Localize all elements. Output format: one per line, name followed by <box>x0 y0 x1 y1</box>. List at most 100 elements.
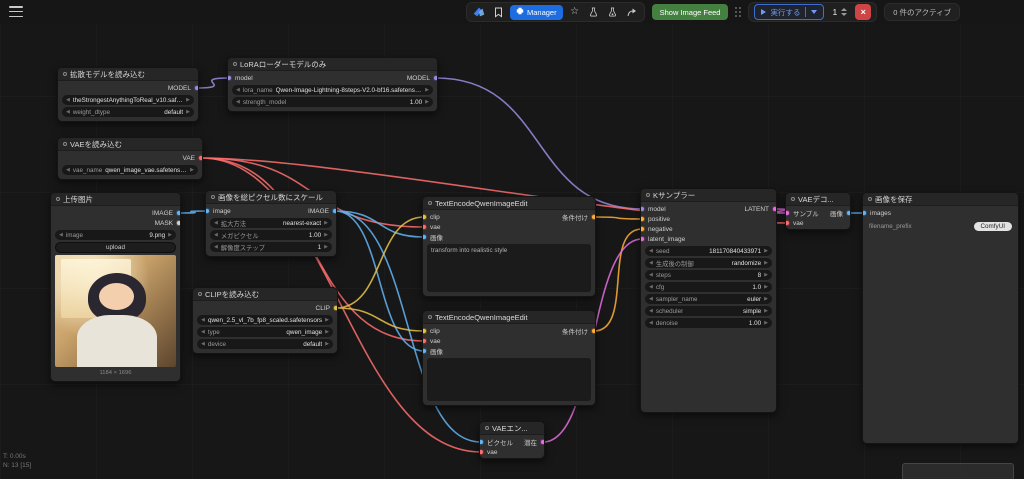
node-header[interactable]: Kサンプラー <box>641 189 776 202</box>
collapse-icon[interactable] <box>791 197 795 201</box>
type-widget[interactable]: ◀typeqwen_image▶ <box>197 327 333 337</box>
prev-value-icon[interactable]: ◀ <box>66 168 70 173</box>
next-value-icon[interactable]: ▶ <box>168 233 172 238</box>
解像度ステップ-widget[interactable]: ◀解像度ステップ1▶ <box>210 242 332 252</box>
output-port-MASK[interactable] <box>176 220 181 226</box>
node-load_image[interactable]: 上传图片IMAGEMASK◀image9.png▶upload1184 × 16… <box>50 192 181 382</box>
batch-count-stepper[interactable]: 1 <box>829 7 850 17</box>
prev-value-icon[interactable]: ◀ <box>66 98 70 103</box>
next-value-icon[interactable]: ▶ <box>764 249 768 254</box>
collapse-icon[interactable] <box>646 193 650 197</box>
collapse-icon[interactable] <box>63 142 67 146</box>
output-port-条件付け[interactable] <box>591 328 596 334</box>
value-widget[interactable]: ◀qwen_2.5_vl_7b_fp8_scaled.safetensors▶ <box>197 315 333 325</box>
生成後の制御-widget[interactable]: ◀生成後の制御randomize▶ <box>645 258 772 268</box>
sampler_name-widget[interactable]: ◀sampler_nameeuler▶ <box>645 294 772 304</box>
output-port-LATENT[interactable] <box>772 206 777 212</box>
input-port-画像[interactable] <box>422 348 427 354</box>
node-lora[interactable]: LoRAローダーモデルのみmodelMODEL◀lora_nameQwen-Im… <box>227 57 438 112</box>
star-icon[interactable]: ☆ <box>568 5 582 19</box>
node-header[interactable]: 拡散モデルを読み込む <box>58 68 198 81</box>
seed-widget[interactable]: ◀seed181170840433971▶ <box>645 246 772 256</box>
weight_dtype-widget[interactable]: ◀weight_dtypedefault▶ <box>62 107 194 117</box>
stepper-carets[interactable] <box>841 8 847 16</box>
prev-value-icon[interactable]: ◀ <box>201 318 205 323</box>
node-header[interactable]: LoRAローダーモデルのみ <box>228 58 437 71</box>
prev-value-icon[interactable]: ◀ <box>649 249 653 254</box>
input-port-model[interactable] <box>227 75 232 81</box>
prev-value-icon[interactable]: ◀ <box>649 261 653 266</box>
next-value-icon[interactable]: ▶ <box>764 285 768 290</box>
collapse-icon[interactable] <box>428 315 432 319</box>
collapse-icon[interactable] <box>198 292 202 296</box>
device-widget[interactable]: ◀devicedefault▶ <box>197 339 333 349</box>
flask-icon[interactable] <box>587 5 601 19</box>
output-port-MODEL[interactable] <box>194 85 199 91</box>
value-widget[interactable]: ◀theStrongestAnythingToReal_v10.safete..… <box>62 95 194 105</box>
input-port-サンプル[interactable] <box>785 210 790 216</box>
menu-icon[interactable] <box>9 6 23 17</box>
node-vae_loader[interactable]: VAEを読み込むVAE◀vae_nameqwen_image_vae.safet… <box>57 137 203 180</box>
node-header[interactable]: TextEncodeQwenImageEdit <box>423 311 595 324</box>
next-value-icon[interactable]: ▶ <box>324 233 328 238</box>
prev-value-icon[interactable]: ◀ <box>649 297 653 302</box>
collapse-icon[interactable] <box>233 62 237 66</box>
prev-value-icon[interactable]: ◀ <box>201 330 205 335</box>
bookmark-icon[interactable] <box>491 5 505 19</box>
share-icon[interactable] <box>625 5 639 19</box>
input-port-vae[interactable] <box>785 220 790 226</box>
prev-value-icon[interactable]: ◀ <box>214 233 218 238</box>
node-vae_decode[interactable]: VAEデコ...サンプル画像vae <box>785 192 851 230</box>
prev-value-icon[interactable]: ◀ <box>214 221 218 226</box>
next-value-icon[interactable]: ▶ <box>764 321 768 326</box>
拡大方法-widget[interactable]: ◀拡大方法nearest-exact▶ <box>210 218 332 228</box>
next-value-icon[interactable]: ▶ <box>764 261 768 266</box>
output-port-VAE[interactable] <box>198 155 203 161</box>
node-header[interactable]: TextEncodeQwenImageEdit <box>423 197 595 210</box>
image-widget[interactable]: ◀image9.png▶ <box>55 230 176 240</box>
input-port-images[interactable] <box>862 210 867 216</box>
next-value-icon[interactable]: ▶ <box>186 98 190 103</box>
strength_model-widget[interactable]: ◀strength_model1.00▶ <box>232 97 433 107</box>
input-port-vae[interactable] <box>422 224 427 230</box>
filename_prefix-widget[interactable]: filename_prefixComfyUI <box>867 220 1014 232</box>
メガピクセル-widget[interactable]: ◀メガピクセル1.00▶ <box>210 230 332 240</box>
show-image-feed-button[interactable]: Show Image Feed <box>652 4 729 20</box>
prev-value-icon[interactable]: ◀ <box>236 100 240 105</box>
collapse-icon[interactable] <box>485 426 489 430</box>
collapse-icon[interactable] <box>63 72 67 76</box>
prev-value-icon[interactable]: ◀ <box>649 321 653 326</box>
run-button[interactable]: 実行する <box>754 4 824 20</box>
node-load_diffusion[interactable]: 拡散モデルを読み込むMODEL◀theStrongestAnythingToRe… <box>57 67 199 122</box>
prev-value-icon[interactable]: ◀ <box>59 233 63 238</box>
node-header[interactable]: VAEデコ... <box>786 193 850 206</box>
node-te2[interactable]: TextEncodeQwenImageEditclip条件付けvae画像 <box>422 310 596 406</box>
node-canvas[interactable]: T: 0.00s N: 13 [15] 拡散モデルを読み込むMODEL◀theS… <box>0 0 1024 479</box>
node-header[interactable]: 上传图片 <box>51 193 180 206</box>
prev-value-icon[interactable]: ◀ <box>649 273 653 278</box>
input-port-vae[interactable] <box>479 449 484 455</box>
minimap[interactable] <box>902 463 1014 479</box>
input-port-negative[interactable] <box>640 226 645 232</box>
node-header[interactable]: VAEを読み込む <box>58 138 202 151</box>
collapse-icon[interactable] <box>868 197 872 201</box>
node-header[interactable]: CLIPを読み込む <box>193 288 337 301</box>
next-value-icon[interactable]: ▶ <box>425 88 429 93</box>
manager-button[interactable]: Manager <box>510 5 563 20</box>
collapse-icon[interactable] <box>211 195 215 199</box>
collapse-icon[interactable] <box>56 197 60 201</box>
prompt-textarea[interactable]: transform into realistic style <box>427 244 591 292</box>
lora_name-widget[interactable]: ◀lora_nameQwen-Image-Lightning-8steps-V2… <box>232 85 433 95</box>
node-vae_encode[interactable]: VAEエン...ピクセル潜在vae <box>479 421 545 459</box>
next-value-icon[interactable]: ▶ <box>325 318 329 323</box>
decrement-icon[interactable] <box>841 13 847 16</box>
node-header[interactable]: VAEエン... <box>480 422 544 435</box>
node-scale[interactable]: 画像を総ピクセル数にスケールimageIMAGE◀拡大方法nearest-exa… <box>205 190 337 257</box>
vae_name-widget[interactable]: ◀vae_nameqwen_image_vae.safetensors▶ <box>62 165 198 175</box>
node-clip_loader[interactable]: CLIPを読み込むCLIP◀qwen_2.5_vl_7b_fp8_scaled.… <box>192 287 338 354</box>
prev-value-icon[interactable]: ◀ <box>66 110 70 115</box>
next-value-icon[interactable]: ▶ <box>324 221 328 226</box>
next-value-icon[interactable]: ▶ <box>325 330 329 335</box>
output-port-IMAGE[interactable] <box>176 210 181 216</box>
input-port-画像[interactable] <box>422 234 427 240</box>
